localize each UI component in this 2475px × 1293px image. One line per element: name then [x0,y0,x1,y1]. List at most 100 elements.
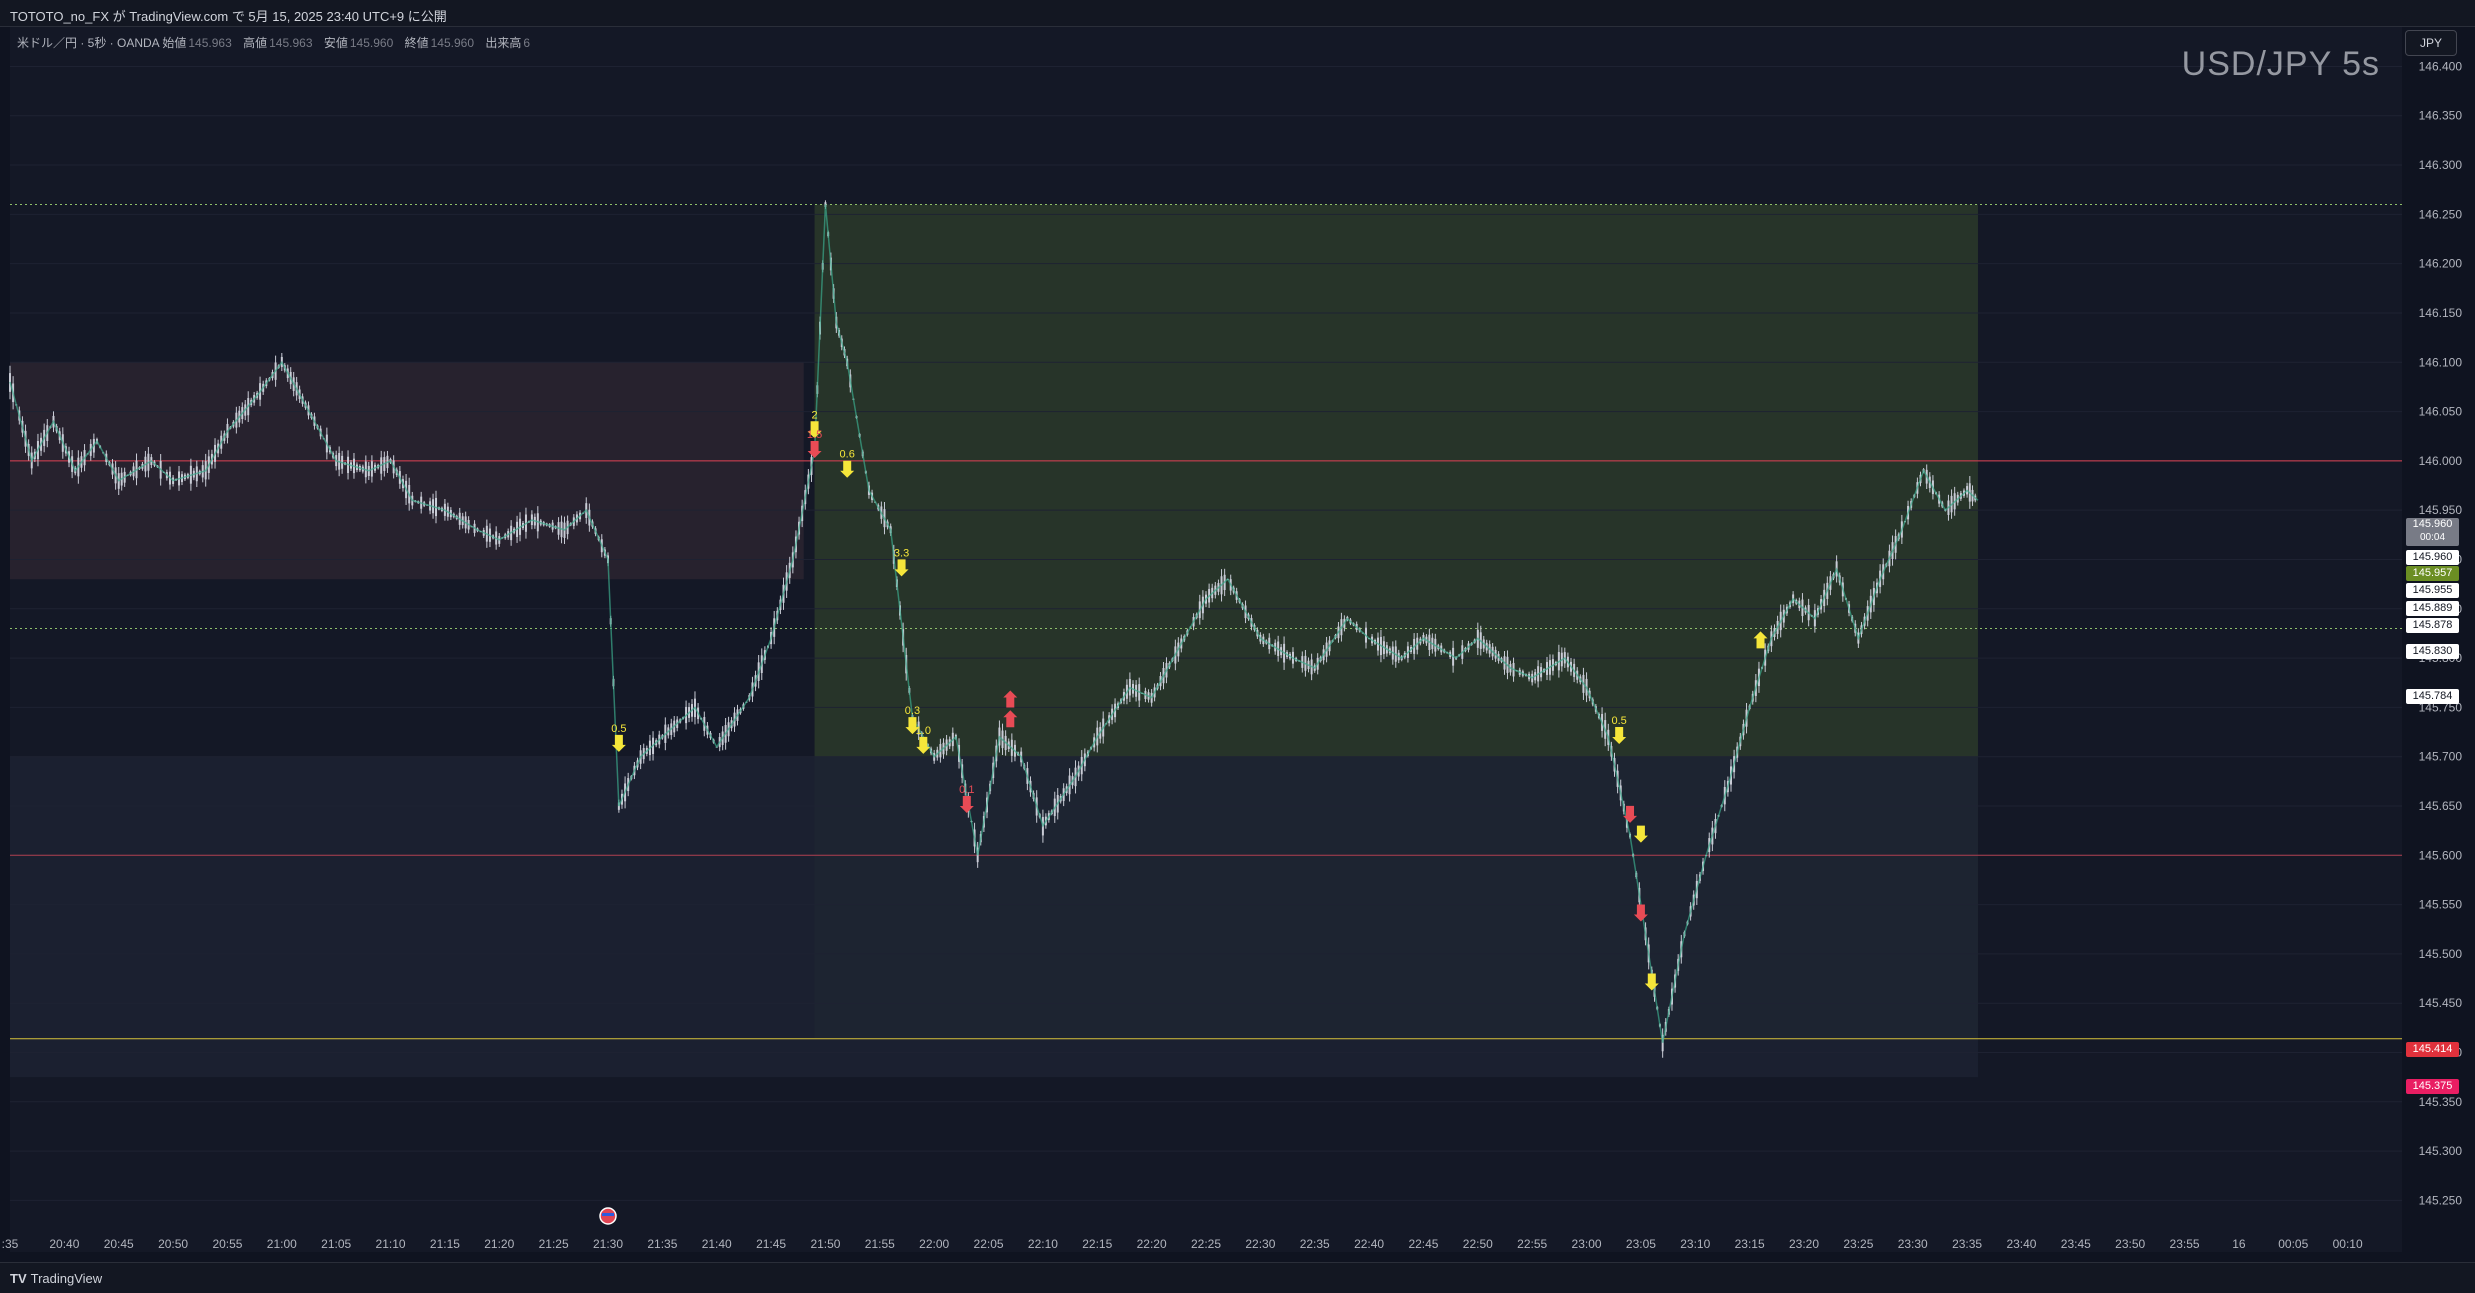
y-tick-label: 146.150 [2419,306,2463,320]
x-tick-label: 22:20 [1137,1237,1167,1251]
close-label: 終値 [404,36,429,50]
close-value: 145.960 [430,36,475,50]
symbol-legend: 米ドル／円 · 5秒 · OANDA 始値 145.963 高値 145.963 安… [17,34,538,51]
footer-bar: TV TradingView [0,1262,2475,1293]
x-tick-label: 21:00 [267,1237,297,1251]
x-tick-label: 23:40 [2006,1237,2036,1251]
price-tag: 145.830 [2406,644,2459,659]
us-event-flag-stripe [602,1213,614,1216]
x-tick-label: 23:25 [1843,1237,1873,1251]
x-tick-label: 20:55 [212,1237,242,1251]
x-tick-label: 22:55 [1517,1237,1547,1251]
currency-button[interactable]: JPY [2405,30,2457,56]
x-tick-label: 23:35 [1952,1237,1982,1251]
y-tick-label: 146.050 [2419,405,2463,419]
open-label: 始値 [162,36,187,50]
x-tick-label: 21:55 [865,1237,895,1251]
price-tag: 145.878 [2406,618,2459,633]
high-label: 高値 [243,36,268,50]
x-tick-label: 16 [2232,1237,2246,1251]
x-tick-label: 23:45 [2061,1237,2091,1251]
y-tick-label: 146.200 [2419,257,2463,271]
signal-label: 0.6 [840,449,855,461]
low-value: 145.960 [349,36,394,50]
x-tick-label: 22:05 [974,1237,1004,1251]
x-tick-label: 00:10 [2333,1237,2363,1251]
x-tick-label: 23:10 [1680,1237,1710,1251]
x-tick-label: 22:50 [1463,1237,1493,1251]
x-tick-label: 22:00 [919,1237,949,1251]
x-tick-label: 22:30 [1245,1237,1275,1251]
signal-label: 1.0 [916,725,931,737]
price-tag: 145.957 [2406,566,2459,581]
x-tick-label: 22:45 [1408,1237,1438,1251]
signal-label: 0.5 [611,723,626,735]
y-tick-label: 145.550 [2419,898,2463,912]
volume-label: 出来高 [485,36,522,50]
zone-box-2 [10,756,1978,1078]
price-tag: 145.960 00:04 [2406,518,2459,546]
y-tick-label: 146.400 [2419,59,2463,73]
x-tick-label: 23:55 [2170,1237,2200,1251]
x-tick-label: 22:35 [1300,1237,1330,1251]
volume-value: 6 [523,36,531,50]
signal-arrow-icon [611,734,626,752]
symbol-watermark: USD/JPY 5s [2181,45,2380,83]
signal-label: 2 [812,409,818,421]
x-tick-label: 23:00 [1572,1237,1602,1251]
y-tick-label: 145.950 [2419,503,2463,517]
y-tick-label: 145.250 [2419,1193,2463,1207]
x-tick-label: 22:25 [1191,1237,1221,1251]
x-tick-label: 21:15 [430,1237,460,1251]
x-tick-label: 23:15 [1735,1237,1765,1251]
tv-logo-icon: TV [10,1271,27,1286]
x-tick-label: 20:40 [49,1237,79,1251]
signal-label: 0.5 [1612,715,1627,727]
symbol-name[interactable]: 米ドル／円 · 5秒 · OANDA [17,36,159,50]
signal-label: 0.3 [905,705,920,717]
signal-label: 1.5 [807,429,822,441]
x-tick-label: 21:05 [321,1237,351,1251]
y-tick-label: 145.450 [2419,996,2463,1010]
x-tick-label: :35 [2,1237,19,1251]
price-tag: 145.955 [2406,583,2459,598]
x-tick-label: 22:15 [1082,1237,1112,1251]
y-tick-label: 146.000 [2419,454,2463,468]
x-tick-label: 20:50 [158,1237,188,1251]
high-value: 145.963 [269,36,313,50]
y-tick-label: 146.350 [2419,109,2463,123]
x-tick-label: 21:25 [539,1237,569,1251]
y-tick-label: 146.100 [2419,355,2463,369]
x-tick-label: 21:10 [376,1237,406,1251]
tradingview-logo[interactable]: TV TradingView [10,1271,102,1286]
price-tag: 145.784 [2406,689,2459,704]
y-tick-label: 146.300 [2419,158,2463,172]
x-tick-label: 21:50 [810,1237,840,1251]
y-tick-label: 146.250 [2419,207,2463,221]
x-tick-label: 23:05 [1626,1237,1656,1251]
countdown-label: 00:04 [2419,532,2446,543]
x-tick-label: 22:40 [1354,1237,1384,1251]
open-value: 145.963 [188,36,232,50]
tradingview-brand: TradingView [30,1271,103,1286]
candlestick-chart[interactable]: 146.400 146.350 146.300 146.250 146.200 146.1… [0,0,2475,1292]
x-tick-label: 21:20 [484,1237,514,1251]
price-tag: 145.960 [2406,550,2459,565]
x-tick-label: 22:10 [1028,1237,1058,1251]
x-tick-label: 20:45 [104,1237,134,1251]
x-tick-label: 23:20 [1789,1237,1819,1251]
y-tick-label: 145.650 [2419,799,2463,813]
price-tag: 145.889 [2406,601,2459,616]
x-tick-label: 00:05 [2278,1237,2308,1251]
price-tag: 145.414 [2406,1042,2459,1057]
y-tick-label: 145.700 [2419,750,2463,764]
y-tick-label: 145.350 [2419,1095,2463,1109]
x-tick-label: 21:30 [593,1237,623,1251]
x-tick-label: 21:40 [702,1237,732,1251]
signal-label: 3.3 [894,547,909,559]
x-tick-label: 21:45 [756,1237,786,1251]
zone-box-1 [10,362,804,580]
x-tick-label: 23:30 [1898,1237,1928,1251]
price-tag: 145.375 [2406,1079,2459,1094]
x-tick-label: 23:50 [2115,1237,2145,1251]
